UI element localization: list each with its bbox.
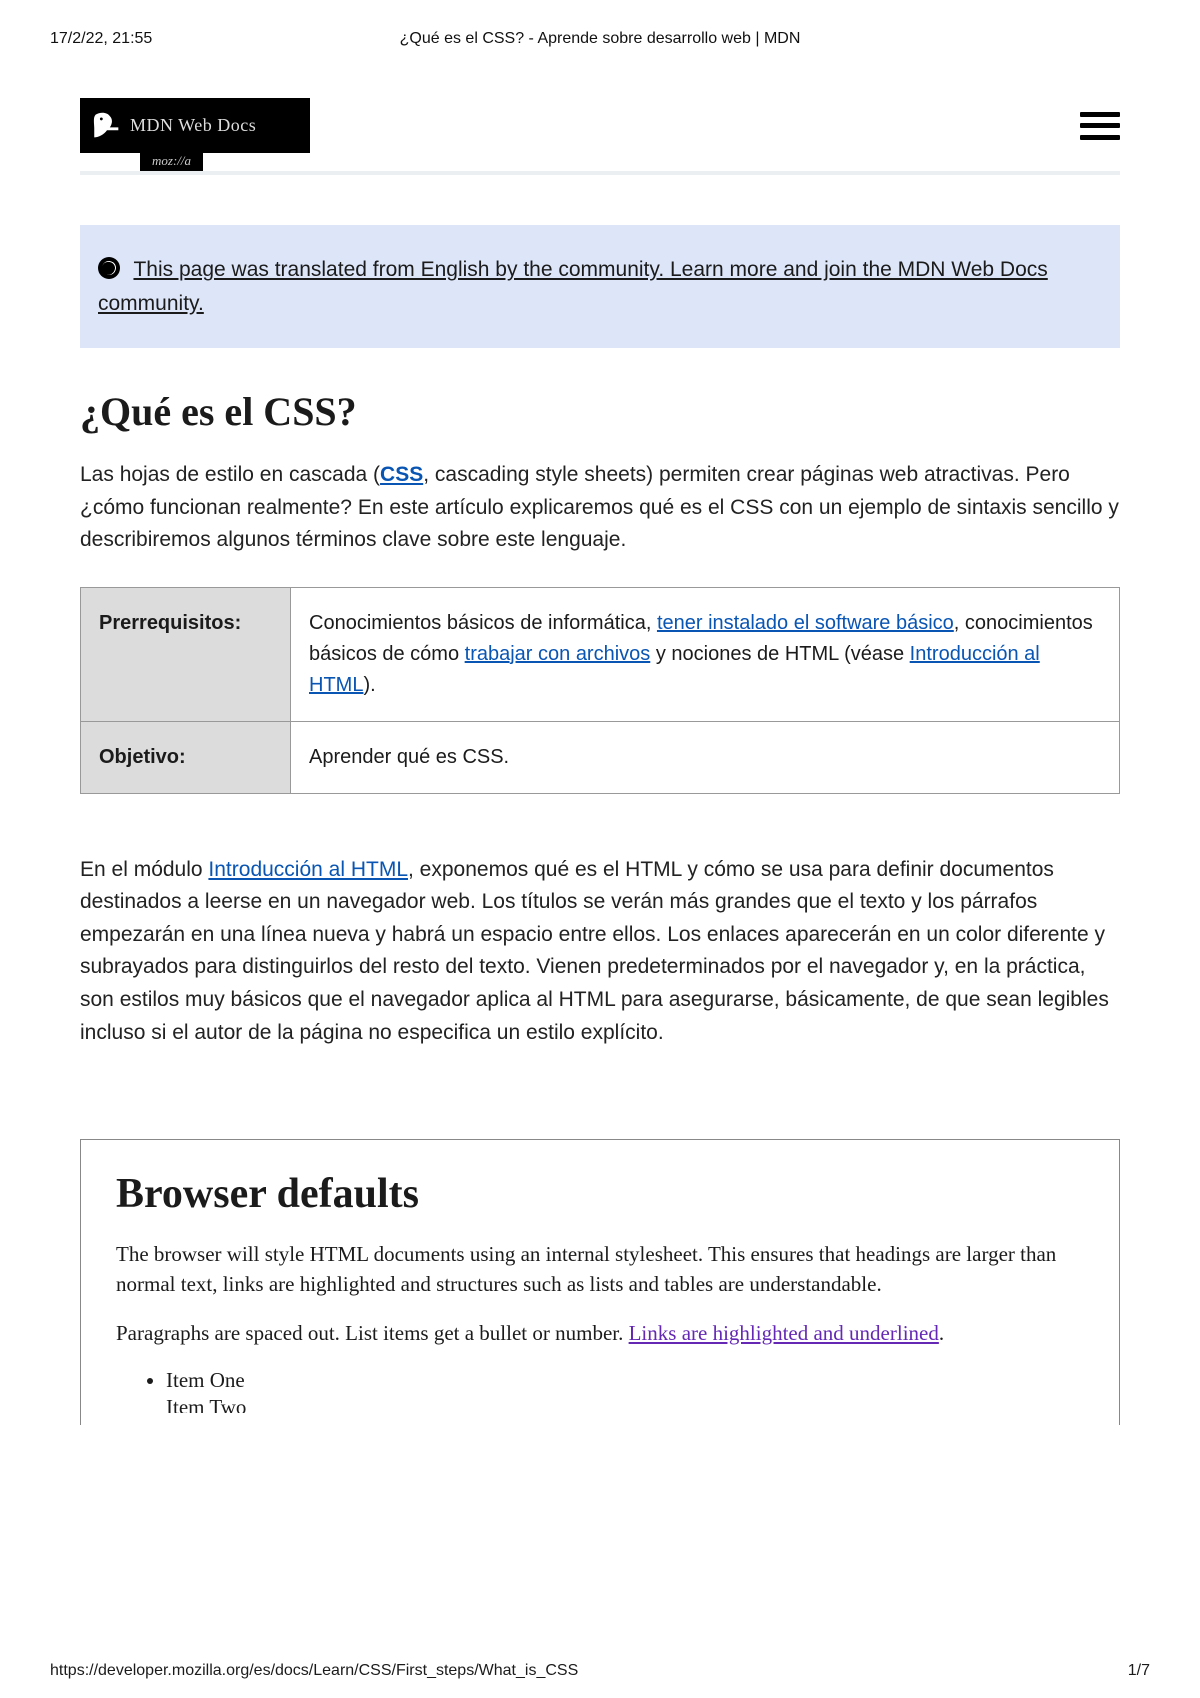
- link-install-software[interactable]: tener instalado el software básico: [657, 612, 954, 634]
- objective-label: Objetivo:: [81, 721, 291, 793]
- example-p1: The browser will style HTML documents us…: [116, 1240, 1084, 1299]
- print-title: ¿Qué es el CSS? - Aprende sobre desarrol…: [250, 30, 950, 48]
- body-paragraph: En el módulo Introducción al HTML, expon…: [80, 854, 1120, 1049]
- list-item: Item One: [166, 1368, 1084, 1393]
- css-glossary-link[interactable]: CSS: [380, 463, 423, 486]
- dino-icon: [90, 109, 124, 143]
- table-row: Objetivo: Aprender qué es CSS.: [81, 721, 1120, 793]
- example-link[interactable]: Links are highlighted and underlined: [629, 1321, 939, 1345]
- prerequisites-table: Prerrequisitos: Conocimientos básicos de…: [80, 587, 1120, 794]
- menu-icon[interactable]: [1080, 112, 1120, 140]
- print-footer: https://developer.mozilla.org/es/docs/Le…: [50, 1662, 1150, 1680]
- print-url: https://developer.mozilla.org/es/docs/Le…: [50, 1662, 578, 1680]
- print-page-number: 1/7: [1128, 1662, 1150, 1680]
- example-list: Item One Item Two: [166, 1368, 1084, 1413]
- example-p2: Paragraphs are spaced out. List items ge…: [116, 1319, 1084, 1348]
- browser-defaults-example: Browser defaults The browser will style …: [80, 1139, 1120, 1425]
- prereq-label: Prerrequisitos:: [81, 587, 291, 721]
- objective-value: Aprender qué es CSS.: [291, 721, 1120, 793]
- prereq-value: Conocimientos básicos de informática, te…: [291, 587, 1120, 721]
- globe-icon: [98, 257, 120, 279]
- intro-paragraph: Las hojas de estilo en cascada (CSS, cas…: [80, 459, 1120, 557]
- print-datetime: 17/2/22, 21:55: [50, 30, 250, 48]
- page-title: ¿Qué es el CSS?: [80, 388, 1120, 435]
- topbar: MDN Web Docs moz://a: [80, 98, 1120, 175]
- list-item: Item Two: [166, 1395, 1084, 1413]
- logo-text: MDN Web Docs: [130, 115, 256, 136]
- mdn-logo[interactable]: MDN Web Docs moz://a: [80, 98, 310, 153]
- logo-subtext: moz://a: [140, 151, 203, 171]
- table-row: Prerrequisitos: Conocimientos básicos de…: [81, 587, 1120, 721]
- translation-banner-link[interactable]: This page was translated from English by…: [98, 258, 1048, 315]
- print-header: 17/2/22, 21:55 ¿Qué es el CSS? - Aprende…: [0, 0, 1200, 58]
- translation-banner: This page was translated from English by…: [80, 225, 1120, 348]
- link-intro-html-2[interactable]: Introducción al HTML: [208, 858, 408, 881]
- example-heading: Browser defaults: [116, 1170, 1084, 1218]
- link-work-with-files[interactable]: trabajar con archivos: [465, 643, 651, 665]
